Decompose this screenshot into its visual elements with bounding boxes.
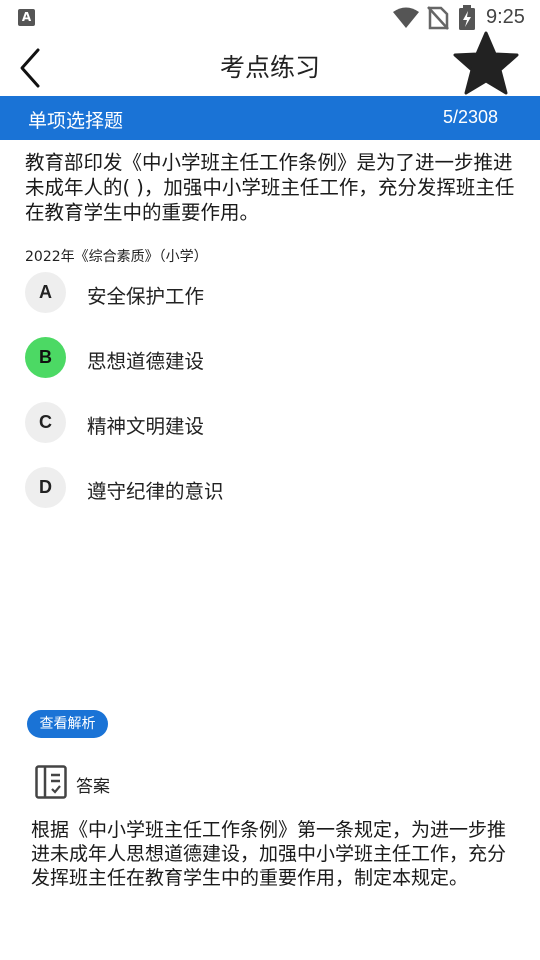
answer-book-icon [35,765,67,799]
app-header: 考点练习 [0,31,540,96]
answer-explanation: 根据《中小学班主任工作条例》第一条规定，为进一步推进未成年人思想道德建设，加强中… [31,819,507,889]
question-source: 2022年《综合素质》（小学） [25,249,208,265]
option-text: 安全保护工作 [87,285,205,308]
question-type-label: 单项选择题 [28,110,124,132]
battery-charging-icon [459,5,475,30]
question-progress: 5/2308 [442,107,498,127]
view-analysis-button[interactable]: 查看解析 [27,710,108,738]
question-type-bar: 单项选择题 5/2308 [0,96,540,140]
option-text: 思想道德建设 [87,350,205,373]
option-d[interactable]: D 遵守纪律的意识 [25,467,505,509]
favorite-button[interactable] [452,30,520,98]
no-sim-icon [427,6,449,30]
clock-time: 9:25 [486,6,525,28]
wifi-icon [393,7,419,28]
option-text: 精神文明建设 [87,415,205,438]
option-c[interactable]: C 精神文明建设 [25,402,505,444]
option-a[interactable]: A 安全保护工作 [25,272,505,314]
option-text: 遵守纪律的意识 [87,480,224,503]
notification-icon: A [18,9,35,26]
option-letter: A [25,272,66,313]
option-letter: C [25,402,66,443]
question-text: 教育部印发《中小学班主任工作条例》是为了进一步推进未成年人的( )，加强中小学班… [25,151,515,224]
answer-label: 答案 [76,777,110,797]
option-b[interactable]: B 思想道德建设 [25,337,505,379]
option-letter: D [25,467,66,508]
option-letter-selected: B [25,337,66,378]
star-icon [453,31,519,95]
